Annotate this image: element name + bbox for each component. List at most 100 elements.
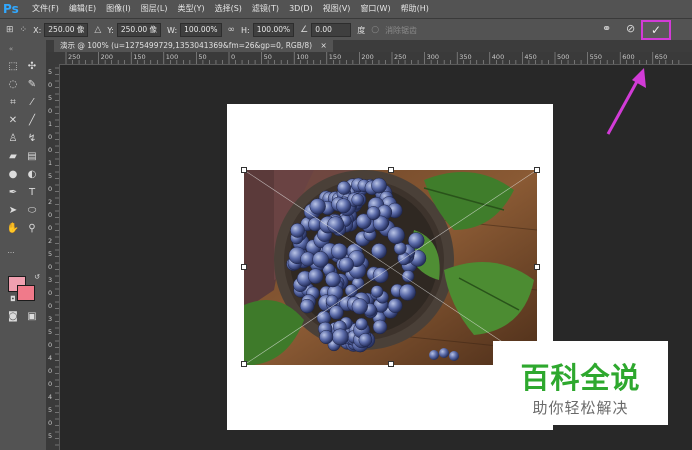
clone-stamp-tool-icon[interactable]: ♙ — [6, 132, 20, 146]
ruler-ticks: 5 0 5 0 1 0 0 1 5 0 2 0 0 2 5 0 3 0 0 3 5 0 4 0 0 4 5 0 5 — [48, 67, 59, 446]
blur-tool-icon[interactable]: ● — [6, 168, 20, 182]
link-icon[interactable]: ∞ — [228, 25, 236, 35]
ruler-tick-label: 200 — [361, 53, 373, 61]
transform-handle-top[interactable] — [388, 167, 394, 173]
ruler-tick-label: 300 — [427, 53, 439, 61]
h-field[interactable]: 100.00% — [252, 23, 295, 37]
grape — [393, 241, 407, 255]
interpolation-label: 消除锯齿 — [385, 25, 418, 35]
x-field[interactable]: 250.00 像 — [44, 23, 89, 37]
ruler-tick-label: 5 — [48, 432, 52, 440]
dodge-tool-icon[interactable]: ◐ — [25, 168, 39, 182]
interpolation-checkbox-icon[interactable]: ○ — [371, 25, 379, 35]
quick-select-tool-icon[interactable]: ✎ — [25, 78, 39, 92]
shape-tool-icon[interactable]: ⬭ — [25, 204, 39, 218]
horizontal-ruler[interactable]: 250 200 150 100 50 0 50 100 150 200 250 300 350 400 45… — [60, 52, 692, 65]
transform-tool-icon[interactable]: ⊞ — [6, 25, 14, 35]
menu-window[interactable]: 窗口(W) — [355, 0, 395, 18]
w-label: W: — [167, 25, 178, 35]
menu-file[interactable]: 文件(F) — [27, 0, 64, 18]
warp-icon[interactable]: ⚭ — [602, 22, 611, 35]
vertical-ruler[interactable]: 5 0 5 0 1 0 0 1 5 0 2 0 0 2 5 0 3 0 0 3 5 0 4 0 0 4 5 0 5 — [46, 64, 60, 450]
transform-handle-top-right[interactable] — [534, 167, 540, 173]
ruler-tick-label: 400 — [492, 53, 504, 61]
y-field[interactable]: 250.00 像 — [116, 23, 162, 37]
close-tab-icon[interactable]: × — [320, 41, 326, 50]
transform-handle-top-left[interactable] — [241, 167, 247, 173]
w-field[interactable]: 100.00% — [180, 23, 222, 37]
ruler-tick-label: 2 — [48, 198, 52, 206]
ruler-corner[interactable] — [46, 52, 60, 64]
menu-edit[interactable]: 编辑(E) — [64, 0, 101, 18]
gradient-tool-icon[interactable]: ▤ — [25, 150, 39, 164]
transform-handle-left[interactable] — [241, 264, 247, 270]
transform-handle-bottom[interactable] — [388, 361, 394, 367]
eraser-tool-icon[interactable]: ▰ — [6, 150, 20, 164]
default-colors-icon[interactable]: ◘ — [6, 292, 20, 306]
grape — [449, 351, 459, 361]
healing-brush-tool-icon[interactable]: ✕ — [6, 114, 20, 128]
watermark-subtitle: 助你轻松解决 — [532, 399, 629, 417]
grape — [351, 298, 368, 315]
transform-handle-right[interactable] — [534, 264, 540, 270]
grape — [336, 198, 352, 214]
screen-mode-icon[interactable]: ▣ — [25, 310, 39, 324]
hand-tool-icon[interactable]: ✋ — [6, 222, 20, 236]
brush-tool-icon[interactable]: ╱ — [25, 114, 39, 128]
ruler-ticks: 250 200 150 100 50 0 50 100 150 200 250 300 350 400 45… — [65, 52, 680, 64]
grape — [325, 271, 341, 288]
swap-colors-icon[interactable]: ↺ — [30, 270, 44, 284]
panel-collapse-icon[interactable]: « — [4, 42, 18, 56]
crop-tool-icon[interactable]: ⌗ — [6, 96, 20, 110]
ruler-tick-label: 0 — [48, 341, 52, 349]
pen-tool-icon[interactable]: ✒ — [6, 186, 20, 200]
document-tab[interactable]: 演示 @ 100% (u=1275499729,1353041369&fm=26… — [54, 40, 333, 52]
menu-view[interactable]: 视图(V) — [318, 0, 356, 18]
commit-transform-button[interactable]: ✓ — [641, 20, 671, 40]
eyedropper-tool-icon[interactable]: ⁄ — [25, 96, 39, 110]
ruler-tick-label: 0 — [48, 302, 52, 310]
path-selection-tool-icon[interactable]: ➤ — [6, 204, 20, 218]
ruler-tick-label: 650 — [655, 53, 667, 61]
angle-icon: ∠ — [300, 25, 309, 35]
grape-photo-layer[interactable] — [244, 170, 537, 365]
annotation-arrow-icon — [606, 68, 646, 135]
menu-image[interactable]: 图像(I) — [101, 0, 136, 18]
delta-icon[interactable]: △ — [94, 25, 101, 35]
grape — [399, 283, 416, 301]
menu-type[interactable]: 类型(Y) — [172, 0, 209, 18]
ruler-tick-label: 350 — [459, 53, 471, 61]
menu-filter[interactable]: 滤镜(T) — [247, 0, 284, 18]
menu-select[interactable]: 选择(S) — [210, 0, 247, 18]
grape — [307, 268, 324, 284]
ruler-tick-label: 500 — [557, 53, 569, 61]
grape — [387, 226, 405, 245]
type-tool-icon[interactable]: T — [25, 186, 39, 200]
ruler-tick-label: 0 — [48, 146, 52, 154]
grape — [372, 267, 389, 284]
grape — [309, 198, 326, 215]
transform-handle-bottom-left[interactable] — [241, 361, 247, 367]
grape — [439, 348, 449, 358]
ruler-tick-label: 0 — [48, 224, 52, 232]
menu-help[interactable]: 帮助(H) — [396, 0, 434, 18]
toolbar-more-icon[interactable]: … — [4, 244, 18, 258]
cancel-transform-icon[interactable]: ⊘ — [626, 22, 635, 35]
ruler-tick-label: 100 — [166, 53, 178, 61]
grape-image — [244, 170, 537, 365]
reference-point-icon[interactable]: ⁘ — [20, 25, 28, 35]
ruler-tick-label: 100 — [296, 53, 308, 61]
zoom-tool-icon[interactable]: ⚲ — [25, 222, 39, 236]
y-label: Y: — [107, 25, 114, 35]
lasso-tool-icon[interactable]: ◌ — [6, 78, 20, 92]
grape — [355, 317, 368, 331]
quick-mask-icon[interactable]: ◙ — [6, 310, 20, 324]
ruler-tick-label: 0 — [48, 211, 52, 219]
move-tool-icon[interactable]: ✣ — [25, 60, 39, 74]
h-label: H: — [241, 25, 250, 35]
menu-3d[interactable]: 3D(D) — [284, 0, 318, 18]
angle-field[interactable]: 0.00 — [311, 23, 352, 37]
menu-layer[interactable]: 图层(L) — [136, 0, 173, 18]
history-brush-tool-icon[interactable]: ↯ — [25, 132, 39, 146]
marquee-tool-icon[interactable]: ⬚ — [6, 60, 20, 74]
